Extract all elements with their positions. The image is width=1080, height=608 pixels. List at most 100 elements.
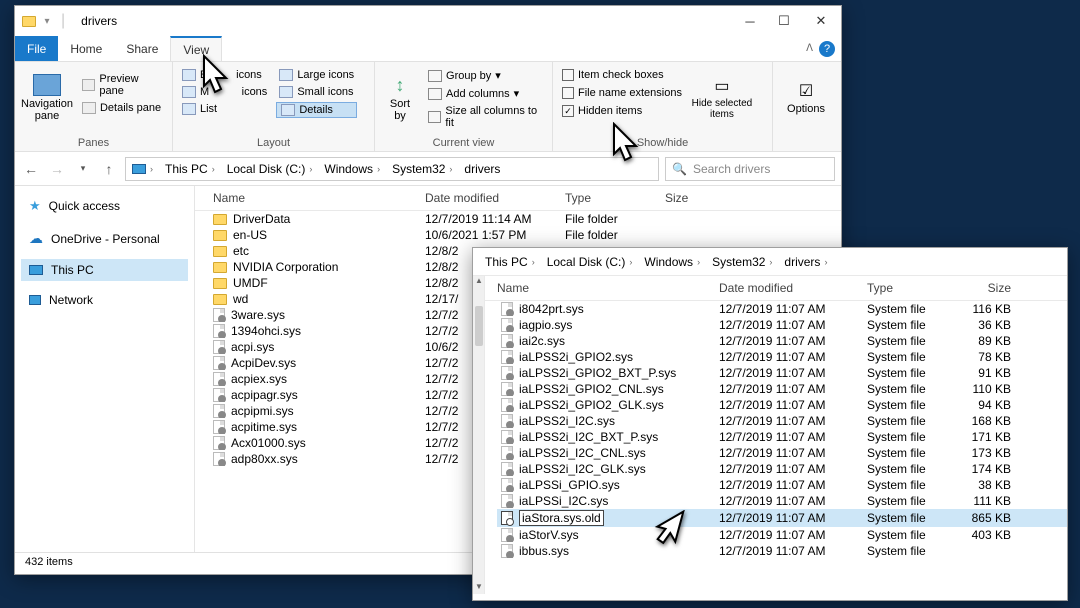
sort-by-button[interactable]: ↕ Sort by [381, 64, 419, 132]
file-type: System file [867, 478, 959, 492]
file-row[interactable]: i8042prt.sys12/7/2019 11:07 AMSystem fil… [497, 301, 1067, 317]
file-row[interactable]: iaLPSS2i_I2C_CNL.sys12/7/2019 11:07 AMSy… [497, 445, 1067, 461]
help-icon[interactable]: ? [819, 41, 835, 57]
menu-home[interactable]: Home [58, 36, 114, 61]
options-button[interactable]: ☑ Options [779, 64, 833, 132]
file-date: 12/7/2019 11:07 AM [719, 528, 867, 542]
layout-details[interactable]: Details [276, 102, 357, 118]
column-headers-2[interactable]: Name Date modified Type Size [485, 276, 1067, 301]
bc2-localdisk[interactable]: Local Disk (C:)› [541, 250, 639, 274]
menu-file[interactable]: File [15, 36, 58, 61]
file-row[interactable]: iaLPSS2i_I2C.sys12/7/2019 11:07 AMSystem… [497, 413, 1067, 429]
size-columns-button[interactable]: Size all columns to fit [425, 104, 546, 130]
bc2-thispc[interactable]: This PC› [479, 250, 541, 274]
col-date[interactable]: Date modified [425, 191, 565, 205]
file-row[interactable]: iai2c.sys12/7/2019 11:07 AMSystem file89… [497, 333, 1067, 349]
address-bar-2: This PC› Local Disk (C:)› Windows› Syste… [473, 248, 1067, 276]
sidebar-quick-access[interactable]: ★Quick access [21, 194, 188, 218]
file-date: 12/7/2019 11:07 AM [719, 414, 867, 428]
bc-thispc[interactable]: This PC› [159, 158, 221, 180]
layout-xlarge[interactable]: Ex icons [179, 68, 270, 82]
sidebar-thispc[interactable]: This PC [21, 259, 188, 281]
layout-large[interactable]: Large icons [276, 68, 357, 82]
file-row[interactable]: iagpio.sys12/7/2019 11:07 AMSystem file3… [497, 317, 1067, 333]
file-row[interactable]: iaLPSS2i_GPIO2.sys12/7/2019 11:07 AMSyst… [497, 349, 1067, 365]
breadcrumb-2[interactable]: This PC› Local Disk (C:)› Windows› Syste… [479, 250, 1061, 274]
file-row[interactable]: DriverData12/7/2019 11:14 AMFile folder [195, 211, 841, 227]
scroll-thumb[interactable] [475, 306, 483, 346]
file-row[interactable]: ibbus.sys12/7/2019 11:07 AMSystem file [497, 543, 1067, 559]
search-input[interactable]: 🔍 Search drivers [665, 157, 835, 181]
bc-localdisk[interactable]: Local Disk (C:)› [221, 158, 319, 180]
layout-medium[interactable]: M icons [179, 85, 270, 99]
file-size: 403 KB [959, 528, 1029, 542]
scroll-up-icon[interactable]: ▲ [473, 276, 485, 288]
search-icon: 🔍 [672, 162, 687, 176]
col-type[interactable]: Type [565, 191, 665, 205]
file-row[interactable]: iaLPSS2i_GPIO2_BXT_P.sys12/7/2019 11:07 … [497, 365, 1067, 381]
file-row[interactable]: iaLPSSi_GPIO.sys 12/7/2019 11:07 AMSystem… [497, 477, 1067, 493]
sidebar-network[interactable]: Network [21, 289, 188, 311]
menu-share[interactable]: Share [114, 36, 170, 61]
col2-size[interactable]: Size [959, 281, 1029, 295]
bc-drivers[interactable]: drivers [458, 158, 506, 180]
sidebar-onedrive[interactable]: ☁OneDrive - Personal [21, 226, 188, 251]
add-columns-button[interactable]: Add columns ▾ [425, 86, 546, 101]
up-button[interactable]: ↑ [99, 159, 119, 179]
bc-system32[interactable]: System32› [386, 158, 458, 180]
recent-button[interactable]: ▾ [73, 159, 93, 179]
file-row[interactable]: en-US10/6/2021 1:57 PMFile folder [195, 227, 841, 243]
preview-pane-button[interactable]: Preview pane [79, 72, 166, 98]
navigation-pane-button[interactable]: Navigation pane [21, 64, 73, 132]
breadcrumb[interactable]: › This PC› Local Disk (C:)› Windows› Sys… [125, 157, 659, 181]
menu-view[interactable]: View [170, 36, 222, 61]
file-type: System file [867, 350, 959, 364]
file-date: 12/7/2019 11:07 AM [719, 478, 867, 492]
columns-icon [428, 88, 442, 100]
titlebar[interactable]: ▾ | drivers ─ ☐ ✕ [15, 6, 841, 36]
col2-type[interactable]: Type [867, 281, 959, 295]
file-row[interactable]: iaStora.sys.old12/7/2019 11:07 AMSystem … [497, 509, 1067, 527]
file-row[interactable]: iaLPSSi_I2C.sys12/7/2019 11:07 AMSystem … [497, 493, 1067, 509]
group-by-button[interactable]: Group by ▾ [425, 68, 546, 83]
file-name: iaStora.sys.old [519, 510, 604, 526]
details-pane-button[interactable]: Details pane [79, 101, 166, 115]
file-size: 38 KB [959, 478, 1029, 492]
file-name: iaLPSSi_GPIO.sys [519, 478, 620, 492]
column-headers[interactable]: Name Date modified Type Size [195, 186, 841, 211]
minimize-button[interactable]: ─ [733, 6, 767, 36]
back-button[interactable]: ← [21, 159, 41, 179]
file-ext-toggle[interactable]: File name extensions [559, 86, 685, 100]
close-button[interactable]: ✕ [801, 6, 841, 36]
file-name: iaLPSS2i_GPIO2_CNL.sys [519, 382, 664, 396]
hidden-items-toggle[interactable]: ✓Hidden items [559, 104, 685, 118]
item-checkboxes-toggle[interactable]: Item check boxes [559, 68, 685, 82]
layout-list[interactable]: List [179, 102, 270, 116]
file-row[interactable]: iaLPSS2i_I2C_BXT_P.sys12/7/2019 11:07 AM… [497, 429, 1067, 445]
col2-date[interactable]: Date modified [719, 281, 867, 295]
hide-selected-button[interactable]: ▭ Hide selected items [691, 64, 753, 132]
file-row[interactable]: iaLPSS2i_I2C_GLK.sys12/7/2019 11:07 AMSy… [497, 461, 1067, 477]
bc-windows[interactable]: Windows› [318, 158, 386, 180]
file-row[interactable]: iaLPSS2i_GPIO2_CNL.sys12/7/2019 11:07 AM… [497, 381, 1067, 397]
qat-icon[interactable]: ▾ [39, 13, 55, 29]
ribbon-collapse-icon[interactable]: ᐱ [806, 43, 813, 54]
file-row[interactable]: iaStorV.sys12/7/2019 11:07 AMSystem file… [497, 527, 1067, 543]
col2-name[interactable]: Name [497, 281, 719, 295]
bc2-drivers[interactable]: drivers› [778, 250, 833, 274]
file-row[interactable]: iaLPSS2i_GPIO2_GLK.sys12/7/2019 11:07 AM… [497, 397, 1067, 413]
menubar: File Home Share View ᐱ ? [15, 36, 841, 62]
col-size[interactable]: Size [665, 191, 735, 205]
file-size: 91 KB [959, 366, 1029, 380]
col-name[interactable]: Name [195, 191, 425, 205]
bc2-windows[interactable]: Windows› [638, 250, 706, 274]
layout-small[interactable]: Small icons [276, 85, 357, 99]
scroll-down-icon[interactable]: ▼ [473, 582, 485, 594]
file-name: acpipagr.sys [231, 388, 298, 402]
bc2-system32[interactable]: System32› [706, 250, 778, 274]
file-name: 1394ohci.sys [231, 324, 301, 338]
forward-button[interactable]: → [47, 159, 67, 179]
scrollbar[interactable]: ▲ ▼ [473, 276, 485, 594]
maximize-button[interactable]: ☐ [767, 6, 801, 36]
pc-icon [132, 164, 146, 174]
